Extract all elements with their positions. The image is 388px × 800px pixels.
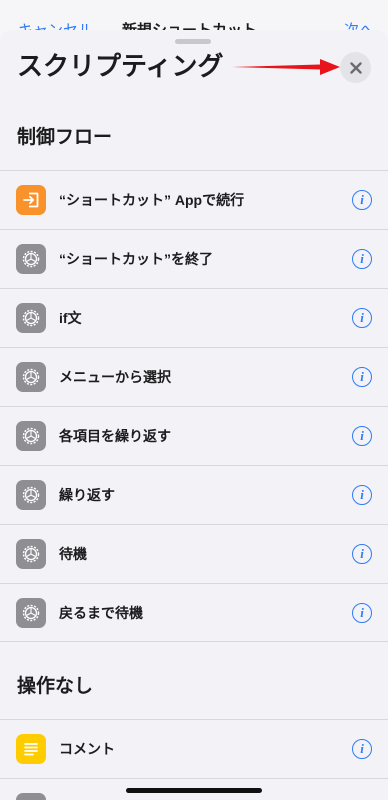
sheet-grabber[interactable] <box>175 39 211 44</box>
action-label: “ショートカット”を終了 <box>59 251 213 267</box>
close-icon <box>349 61 362 74</box>
info-icon[interactable]: i <box>352 426 372 446</box>
info-icon[interactable]: i <box>352 308 372 328</box>
section-header-no-op: 操作なし <box>17 676 94 697</box>
action-wait-to-return[interactable]: 戻るまで待機 i <box>0 583 388 642</box>
info-icon[interactable]: i <box>352 190 372 210</box>
gear-icon <box>16 598 46 628</box>
info-icon[interactable]: i <box>352 367 372 387</box>
gear-icon <box>16 362 46 392</box>
action-quit-shortcuts[interactable]: “ショートカット”を終了 i <box>0 229 388 288</box>
action-label: コメント <box>59 741 115 757</box>
action-label: 待機 <box>59 546 87 562</box>
action-label: if文 <box>59 310 82 326</box>
gear-icon <box>16 480 46 510</box>
sheet-title: スクリプティング <box>17 51 224 81</box>
home-indicator <box>126 788 262 793</box>
action-continue-in-app[interactable]: “ショートカット” Appで続行 i <box>0 170 388 229</box>
action-label: 各項目を繰り返す <box>59 428 171 444</box>
info-icon[interactable]: i <box>352 739 372 759</box>
gear-icon <box>16 244 46 274</box>
info-icon[interactable]: i <box>352 249 372 269</box>
action-label: 繰り返す <box>59 487 115 503</box>
control-flow-list: “ショートカット” Appで続行 i “ショートカット”を終了 i if文 i … <box>0 170 388 642</box>
gear-icon <box>16 539 46 569</box>
action-label: メニューから選択 <box>59 369 171 385</box>
gear-icon <box>16 303 46 333</box>
scripting-sheet: スクリプティング 制御フロー “ショートカット” Appで続行 i “ショートカ… <box>0 30 388 800</box>
action-repeat[interactable]: 繰り返す i <box>0 465 388 524</box>
info-icon[interactable]: i <box>352 544 372 564</box>
action-choose-from-menu[interactable]: メニューから選択 i <box>0 347 388 406</box>
annotation-arrow-icon <box>232 59 340 75</box>
gear-icon <box>16 793 46 800</box>
section-header-control-flow: 制御フロー <box>17 127 113 148</box>
action-label: 戻るまで待機 <box>59 605 143 621</box>
action-repeat-with-each[interactable]: 各項目を繰り返す i <box>0 406 388 465</box>
close-button[interactable] <box>340 52 371 83</box>
action-label: “ショートカット” Appで続行 <box>59 192 245 208</box>
open-app-icon <box>16 185 46 215</box>
info-icon[interactable]: i <box>352 485 372 505</box>
comment-lines-icon <box>16 734 46 764</box>
action-if[interactable]: if文 i <box>0 288 388 347</box>
info-icon[interactable]: i <box>352 603 372 623</box>
action-comment[interactable]: コメント i <box>0 719 388 778</box>
action-wait[interactable]: 待機 i <box>0 524 388 583</box>
gear-icon <box>16 421 46 451</box>
